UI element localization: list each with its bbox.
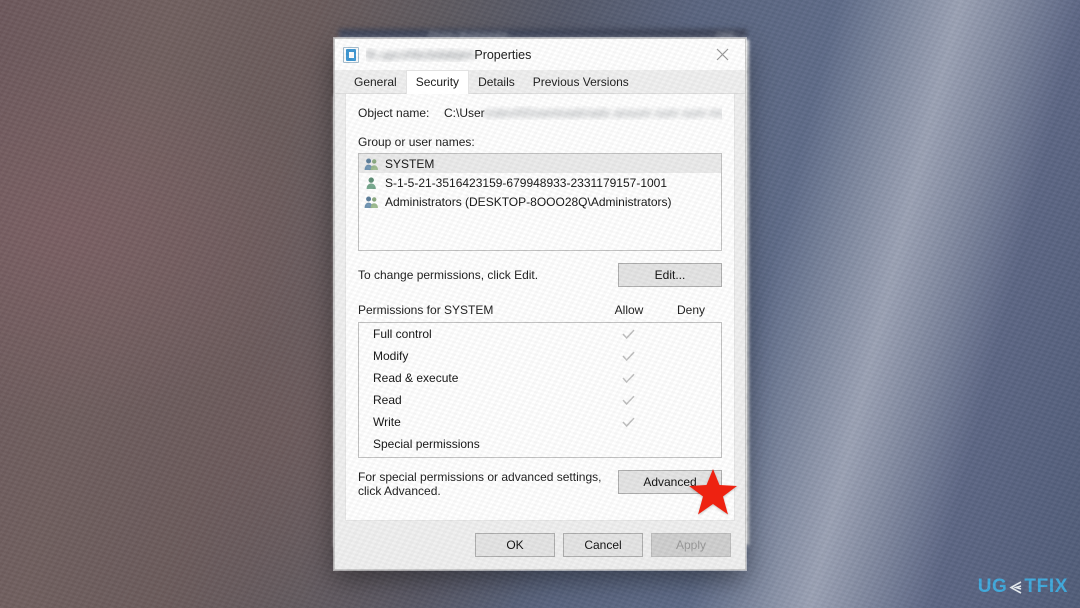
table-row[interactable]: Write (359, 411, 721, 433)
object-name-path-visible: C:\User (444, 106, 485, 120)
group-users-icon (364, 157, 379, 171)
permission-label: Full control (373, 327, 432, 341)
dialog-title-suffix: Properties (474, 47, 532, 62)
table-row[interactable]: Read & execute (359, 367, 721, 389)
object-name-value: C:\Users\devil\Downloads\ads ansum sum s… (444, 106, 722, 120)
allow-checkbox-cell[interactable] (597, 373, 659, 384)
table-row[interactable]: Special permissions (359, 433, 721, 455)
permissions-list[interactable]: Full control Modify Read & execute Read … (358, 322, 722, 458)
list-item[interactable]: S-1-5-21-3516423159-679948933-2331179157… (359, 173, 721, 192)
checkmark-icon (621, 329, 635, 339)
ok-button[interactable]: OK (475, 533, 555, 557)
cancel-button[interactable]: Cancel (563, 533, 643, 557)
advanced-hint-line2: click Advanced. (358, 484, 441, 498)
edit-button[interactable]: Edit... (618, 263, 722, 287)
checkmark-icon (621, 417, 635, 427)
checkmark-icon (621, 351, 635, 361)
apply-button: Apply (651, 533, 731, 557)
dialog-title: th.upcxhbcbdabjen Properties (366, 48, 531, 62)
tab-previous-versions[interactable]: Previous Versions (523, 71, 638, 93)
watermark-suffix: TFIX (1024, 576, 1068, 597)
list-item[interactable]: Administrators (DESKTOP-8OOO28Q\Administ… (359, 192, 721, 211)
object-name-path-redacted: s\devil\Downloads\ads ansum sum sum mun … (484, 106, 722, 120)
table-row[interactable]: Read (359, 389, 721, 411)
allow-checkbox-cell[interactable] (597, 417, 659, 428)
allow-checkbox-cell[interactable] (597, 395, 659, 406)
dialog-footer: OK Cancel Apply (335, 521, 745, 569)
dialog-title-filename: th.upcxhbcbdabjen (366, 47, 475, 62)
list-item-label: S-1-5-21-3516423159-679948933-2331179157… (385, 175, 668, 190)
group-list-label: Group or user names: (358, 135, 475, 149)
ugetfix-watermark: UG TFIX (978, 576, 1068, 598)
column-header-allow: Allow (614, 303, 644, 317)
red-star-icon (689, 469, 737, 515)
advanced-hint-line1: For special permissions or advanced sett… (358, 470, 602, 484)
object-name-label: Object name: (358, 106, 430, 120)
table-row[interactable]: Modify (359, 345, 721, 367)
list-item-label: Administrators (DESKTOP-8OOO28Q\Administ… (385, 194, 672, 209)
tab-security[interactable]: Security (405, 69, 470, 94)
list-item-label: SYSTEM (385, 156, 435, 171)
allow-checkbox-cell[interactable] (597, 329, 659, 340)
media-file-icon (343, 46, 359, 63)
permissions-header: Permissions for SYSTEM Allow Deny (358, 303, 722, 317)
object-name-row: Object name: C:\Users\devil\Downloads\ad… (358, 106, 722, 120)
list-item[interactable]: SYSTEM (359, 154, 721, 173)
tab-general[interactable]: General (345, 71, 406, 93)
tab-strip: General Security Details Previous Versio… (335, 69, 745, 94)
permission-label: Read & execute (373, 371, 459, 385)
watermark-prefix: UG (977, 576, 1008, 597)
advanced-settings-row: For special permissions or advanced sett… (358, 470, 722, 498)
dialog-title-bar: th.upcxhbcbdabjen Properties (335, 39, 745, 70)
group-users-icon (364, 195, 379, 209)
tab-details[interactable]: Details (469, 71, 524, 93)
file-properties-dialog: th.upcxhbcbdabjen Properties General Sec… (334, 38, 746, 570)
edit-permissions-row: To change permissions, click Edit. Edit.… (358, 263, 722, 287)
permissions-title: Permissions for SYSTEM (358, 303, 494, 317)
permission-label: Special permissions (373, 437, 480, 451)
checkmark-icon (621, 395, 635, 405)
security-tab-panel: Object name: C:\Users\devil\Downloads\ad… (345, 94, 735, 521)
permission-label: Write (373, 415, 401, 429)
close-icon[interactable] (700, 39, 745, 70)
permission-label: Read (373, 393, 402, 407)
allow-checkbox-cell[interactable] (597, 351, 659, 362)
group-or-user-names-list[interactable]: SYSTEM S-1-5-21-3516423159-679948933-233… (358, 153, 722, 251)
advanced-settings-hint: For special permissions or advanced sett… (358, 470, 601, 498)
desktop-background: Photo Multimedia Help th.upcxhbcbdabjen … (0, 0, 1080, 608)
single-user-icon (364, 176, 379, 190)
edit-permissions-hint: To change permissions, click Edit. (358, 268, 539, 282)
column-header-deny: Deny (676, 303, 705, 317)
checkmark-icon (621, 373, 635, 383)
double-chevron-icon (1008, 580, 1023, 595)
permission-label: Modify (373, 349, 409, 363)
table-row[interactable]: Full control (359, 323, 721, 345)
